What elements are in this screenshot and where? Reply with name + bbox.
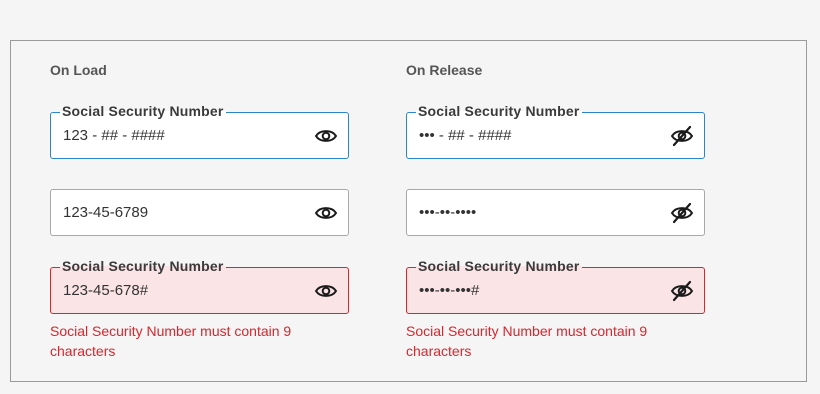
- eye-slash-icon[interactable]: [670, 125, 694, 147]
- field-value: ••• - ## - ####: [419, 127, 512, 144]
- eye-slash-icon[interactable]: [670, 202, 694, 224]
- eye-icon[interactable]: [314, 125, 338, 147]
- field-label: Social Security Number: [416, 258, 582, 274]
- ssn-input-error[interactable]: Social Security Number •••-••-•••#: [406, 258, 705, 314]
- error-message: Social Security Number must contain 9 ch…: [406, 323, 648, 359]
- field-value: •••-••-•••#: [419, 282, 480, 299]
- eye-icon[interactable]: [314, 280, 338, 302]
- eye-slash-icon[interactable]: [670, 280, 694, 302]
- ssn-input-filled[interactable]: 123-45-6789: [50, 189, 349, 236]
- field-value: 123 - ## - ####: [63, 127, 165, 144]
- field-value: 123-45-678#: [63, 282, 149, 299]
- field-value: •••-••-••••: [419, 204, 477, 221]
- field-label: Social Security Number: [60, 103, 226, 119]
- ssn-input-filled[interactable]: •••-••-••••: [406, 189, 705, 236]
- demo-frame: On Load Social Security Number 123 - ## …: [10, 40, 807, 382]
- field-value: 123-45-6789: [63, 204, 149, 221]
- error-message: Social Security Number must contain 9 ch…: [50, 323, 292, 359]
- field-label: Social Security Number: [416, 103, 582, 119]
- column-title: On Release: [406, 62, 483, 78]
- ssn-input-error[interactable]: Social Security Number 123-45-678#: [50, 258, 349, 314]
- ssn-input-focused[interactable]: Social Security Number 123 - ## - ####: [50, 103, 349, 159]
- eye-icon[interactable]: [314, 202, 338, 224]
- field-label: Social Security Number: [60, 258, 226, 274]
- column-title: On Load: [50, 62, 107, 78]
- ssn-input-focused[interactable]: Social Security Number ••• - ## - ####: [406, 103, 705, 159]
